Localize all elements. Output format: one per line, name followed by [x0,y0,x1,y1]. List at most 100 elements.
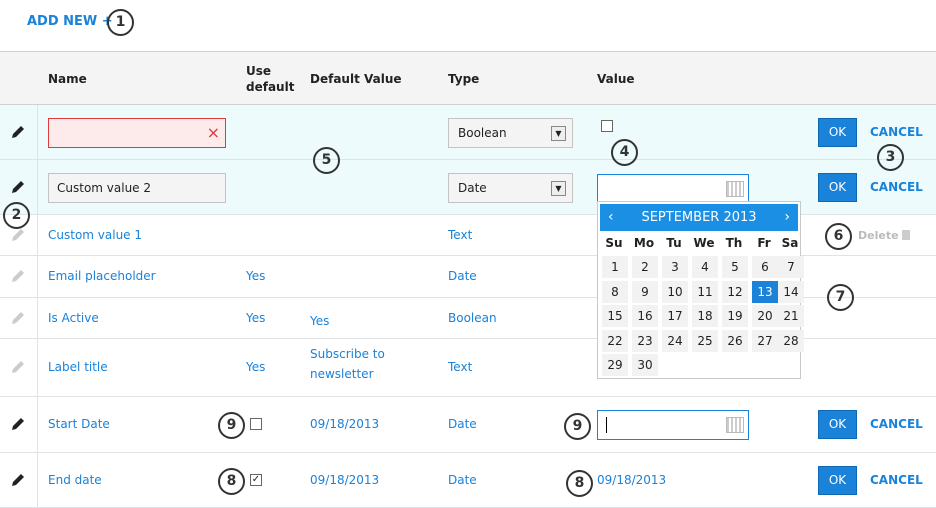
ok-button[interactable]: OK [818,465,857,495]
callout-badge: 3 [877,144,904,171]
callout-badge: 1 [107,9,134,36]
calendar-day[interactable]: 30 [632,354,658,376]
calendar-day[interactable]: 28 [778,329,804,352]
calendar-day[interactable]: 22 [602,329,628,352]
calendar-day[interactable]: 18 [692,305,718,327]
pencil-icon[interactable] [11,311,25,327]
calendar-day[interactable]: 27 [752,329,778,352]
calendar-day[interactable]: 17 [662,305,688,327]
calendar-day[interactable]: 1 [602,256,628,278]
callout-badge: 2 [3,202,30,229]
calendar-icon[interactable] [726,180,744,197]
default-value: Yes [310,313,330,328]
pencil-icon[interactable] [11,473,25,489]
weekday-label: Tu [666,236,682,250]
default-value: 09/18/2013 [310,417,380,431]
prev-month-icon[interactable]: ‹ [608,204,614,231]
calendar-day[interactable]: 9 [632,280,658,303]
calendar-day[interactable]: 11 [692,280,718,303]
next-month-icon[interactable]: › [784,204,790,231]
calendar-day[interactable]: 14 [778,280,804,303]
calendar-day[interactable]: 25 [692,329,718,352]
pencil-icon[interactable] [11,228,25,244]
callout-badge: 4 [611,139,638,166]
calendar-day[interactable]: 6 [752,256,778,278]
calendar-day[interactable]: 3 [662,256,688,278]
calendar-day[interactable]: 29 [602,354,628,376]
use-default-value: Yes [246,360,266,374]
header-use-default: Use default [246,64,295,94]
table-row: × Boolean ▼ OK CANCEL [0,105,936,160]
cancel-button[interactable]: CANCEL [870,180,923,194]
calendar-day[interactable]: 2 [632,256,658,278]
calendar-icon[interactable] [726,417,744,433]
column-divider [37,105,38,508]
pencil-icon[interactable] [11,125,25,141]
calendar-day[interactable]: 10 [662,280,688,303]
calendar-day[interactable]: 5 [722,256,748,278]
calendar-day[interactable]: 15 [602,305,628,327]
name-link[interactable]: Custom value 1 [48,228,142,242]
type-value: Boolean [458,125,507,140]
calendar-day[interactable]: 24 [662,329,688,352]
calendar-day[interactable]: 12 [722,280,748,303]
calendar-day[interactable]: 20 [752,305,778,327]
pencil-icon[interactable] [11,360,25,376]
name-link[interactable]: Label title [48,360,108,374]
calendar-day[interactable]: 26 [722,329,748,352]
trash-icon [902,230,911,240]
pencil-icon[interactable] [11,269,25,285]
callout-badge: 5 [313,147,340,174]
calendar-day[interactable]: 4 [692,256,718,278]
calendar-header: ‹ SEPTEMBER 2013 › [600,204,798,231]
name-link[interactable]: End date [48,473,102,487]
cancel-button[interactable]: CANCEL [870,417,923,431]
type-value: Text [448,227,473,242]
value-text: 09/18/2013 [597,472,667,487]
value-date-input[interactable] [597,410,749,440]
clear-icon[interactable]: × [207,119,220,147]
calendar-day[interactable]: 23 [632,329,658,352]
type-select[interactable]: Date ▼ [448,172,573,203]
pencil-icon[interactable] [11,417,25,433]
name-link[interactable]: Is Active [48,311,99,325]
weekday-label: We [693,236,715,250]
header-name: Name [48,72,87,86]
calendar-day[interactable]: 19 [722,305,748,327]
pencil-icon[interactable] [11,180,25,196]
callout-badge: 8 [218,468,245,495]
calendar-day[interactable]: 7 [778,256,804,278]
calendar-day[interactable]: 16 [632,305,658,327]
ok-button[interactable]: OK [818,410,857,439]
value-checkbox[interactable] [601,119,613,132]
default-value: 09/18/2013 [310,472,380,487]
type-select[interactable]: Boolean ▼ [448,117,573,148]
ok-button[interactable]: OK [818,172,857,202]
use-default-checkbox[interactable]: ✓ [250,473,262,486]
callout-badge: 9 [564,413,591,440]
chevron-down-icon: ▼ [551,125,566,141]
name-input[interactable]: × [48,117,226,148]
callout-badge: 6 [825,223,852,250]
table-header: Name Use default Default Value Type Valu… [0,51,936,105]
cancel-button[interactable]: CANCEL [870,473,923,487]
cancel-button[interactable]: CANCEL [870,125,923,139]
calendar-day[interactable]: 21 [778,305,804,327]
weekday-label: Th [725,236,743,250]
weekday-label: Su [605,236,623,250]
type-value: Text [448,360,473,374]
weekday-label: Sa [781,236,799,250]
datepicker-popup: ‹ SEPTEMBER 2013 › Su Mo Tu We Th Fr Sa 1 2 3 4 5 6 7… [597,201,804,379]
type-value: Date [448,472,477,487]
delete-button[interactable]: Delete [858,229,911,242]
name-link[interactable]: Email placeholder [48,269,156,283]
name-input[interactable]: Custom value 2 [48,172,226,203]
name-link[interactable]: Start Date [48,417,110,431]
add-new-link[interactable]: ADD NEW + [27,14,113,29]
type-value: Date [458,180,487,195]
use-default-checkbox[interactable] [250,418,262,430]
ok-button[interactable]: OK [818,117,857,147]
calendar-day[interactable]: 8 [602,280,628,303]
calendar-day[interactable]: 13 [752,280,778,303]
value-date-input[interactable] [597,173,749,204]
